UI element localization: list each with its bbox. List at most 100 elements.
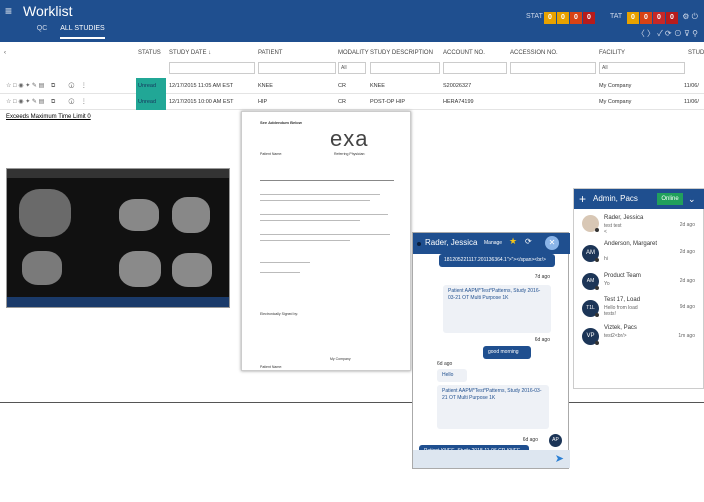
menu-icon[interactable]: ≡ <box>5 5 12 17</box>
modality: CR <box>338 99 346 105</box>
stat-count[interactable]: 0 <box>570 12 582 24</box>
contact-time: 2d ago <box>679 222 695 228</box>
accession-filter[interactable] <box>510 62 596 74</box>
contact-name: Rader, Jessica <box>604 215 644 221</box>
manage-button[interactable]: Manage <box>484 240 502 246</box>
contact-time: 9d ago <box>679 304 695 310</box>
col-study[interactable]: STUDY <box>688 46 704 60</box>
signed-by: Electronically Signed by: <box>260 312 299 316</box>
message-time: 6d ago <box>534 337 550 343</box>
contact-message: Yo <box>604 281 610 287</box>
study-date-filter[interactable] <box>169 62 255 74</box>
study-description: POST-OP HIP <box>370 99 406 105</box>
presence-dot <box>595 341 599 345</box>
study-cell: 11/06/ <box>684 99 699 105</box>
tat-count[interactable]: 0 <box>666 12 678 24</box>
tab-qc[interactable]: QC <box>35 25 49 32</box>
add-icon[interactable]: + <box>579 189 586 209</box>
chat-partner-name: Rader, Jessica <box>425 238 478 247</box>
col-modality[interactable]: MODALITY <box>338 46 369 60</box>
message-time: 6d ago <box>522 437 538 443</box>
chat-message[interactable]: Patient AAPM*Test*Patterns, Study 2016-0… <box>443 285 551 333</box>
send-icon[interactable]: ➤ <box>555 452 564 465</box>
contact-time: 2d ago <box>679 278 695 284</box>
refresh-icon[interactable]: ⟳ <box>525 237 532 246</box>
star-icon[interactable]: ★ <box>509 236 517 247</box>
col-status[interactable]: STATUS <box>138 46 161 60</box>
close-icon[interactable]: ✕ <box>545 236 559 250</box>
table-row[interactable]: ☆ □ ◉ ✦ ✎ ▤ ⧉ ⓘ ⋮ Unread 12/17/2015 11:0… <box>0 78 704 94</box>
text-line <box>260 214 388 215</box>
col-account-no[interactable]: ACCOUNT NO. <box>443 46 485 60</box>
footer-divider <box>0 402 704 403</box>
footer-patient: Patient Name: <box>260 365 283 369</box>
modality: CR <box>338 83 346 89</box>
text-line <box>260 240 350 241</box>
contact-message-extra: < <box>604 229 607 235</box>
presence-dot <box>595 286 599 290</box>
tat-count[interactable]: 0 <box>653 12 665 24</box>
row-action-icons[interactable]: ☆ □ ◉ ✦ ✎ ▤ ⧉ ⓘ ⋮ <box>6 78 87 94</box>
ct-image <box>172 253 212 287</box>
message-time: 7d ago <box>534 274 550 280</box>
presence-dot <box>595 228 599 232</box>
viewer-screenshot <box>6 168 230 308</box>
col-patient[interactable]: PATIENT <box>258 46 282 60</box>
study-date: 12/17/2015 10:00 AM EST <box>169 99 234 105</box>
chat-message[interactable]: Patient AAPM*Test*Patterns, Study 2016-0… <box>437 385 549 429</box>
text-line <box>260 200 370 201</box>
description-filter[interactable] <box>370 62 440 74</box>
row-action-icons[interactable]: ☆ □ ◉ ✦ ✎ ▤ ⧉ ⓘ ⋮ <box>6 94 87 110</box>
contact-time: 2d ago <box>679 249 695 255</box>
table-row[interactable]: ☆ □ ◉ ✦ ✎ ▤ ⧉ ⓘ ⋮ Unread 12/17/2015 10:0… <box>0 94 704 110</box>
col-study-date[interactable]: STUDY DATE ↓ <box>169 46 211 60</box>
facility: My Company <box>599 99 632 105</box>
patient-filter[interactable] <box>258 62 336 74</box>
addendum-heading: See Addendum Below <box>260 120 302 125</box>
account-no: S20026327 <box>443 83 472 89</box>
presence-dot <box>595 258 599 262</box>
tat-count[interactable]: 0 <box>627 12 639 24</box>
avatar: AP <box>549 434 562 447</box>
chevron-down-icon[interactable]: ⌄ <box>688 189 696 209</box>
col-accession-no[interactable]: ACCESSION NO. <box>510 46 558 60</box>
report-document: See Addendum Below exa Patient Name: Ref… <box>241 111 411 371</box>
study-cell: 11/06/ <box>684 83 699 89</box>
divider <box>260 180 394 181</box>
online-status[interactable]: Online <box>657 193 683 205</box>
top-header: ≡ Worklist QC ALL STUDIES STAT 0 0 0 0 T… <box>0 0 704 42</box>
col-study-description[interactable]: STUDY DESCRIPTION <box>370 46 433 60</box>
exceeds-limit-text[interactable]: Exceeds Maximum Time Limit 0 <box>6 114 91 120</box>
text-line <box>260 262 310 263</box>
company-footer: My Company <box>330 357 351 361</box>
contact-message: hi <box>604 256 608 262</box>
study-date: 12/17/2015 11:05 AM EST <box>169 83 234 89</box>
patient-name: HIP <box>258 99 268 105</box>
active-tab-indicator <box>60 37 105 39</box>
tab-all-studies[interactable]: ALL STUDIES <box>60 25 105 32</box>
status-badge: Unread <box>136 94 166 110</box>
facility-filter[interactable]: All <box>599 62 685 74</box>
col-facility[interactable]: FACILITY <box>599 46 625 60</box>
modality-filter[interactable]: All <box>338 62 366 74</box>
chat-window: Rader, Jessica Manage ★ ⟳ ✕ 181205221117… <box>412 232 570 469</box>
tat-label: TAT <box>610 13 623 20</box>
stat-count[interactable]: 0 <box>583 12 595 24</box>
toolbar-icons[interactable]: 〈 〉 ✓ ⟳ ⊙ ⊽ ⚲ <box>637 28 698 39</box>
ct-image <box>22 251 62 285</box>
ct-image <box>19 189 71 237</box>
chat-message: good morning <box>483 346 531 359</box>
stat-count[interactable]: 0 <box>557 12 569 24</box>
tat-count[interactable]: 0 <box>640 12 652 24</box>
collapse-icon[interactable]: ‹ <box>4 46 6 60</box>
settings-icon[interactable]: ⚙ ⏻ <box>682 12 698 22</box>
current-user: Admin, Pacs <box>593 194 638 203</box>
chat-input-bar[interactable]: ➤ <box>413 450 570 468</box>
exa-logo: exa <box>330 126 369 151</box>
chat-contacts-panel: + Admin, Pacs Online ⌄ Rader, Jessica te… <box>573 188 704 389</box>
presence-dot <box>595 313 599 317</box>
stat-count[interactable]: 0 <box>544 12 556 24</box>
viewer-toolbar <box>7 169 229 178</box>
account-filter[interactable] <box>443 62 507 74</box>
contact-time: 1m ago <box>678 333 695 339</box>
